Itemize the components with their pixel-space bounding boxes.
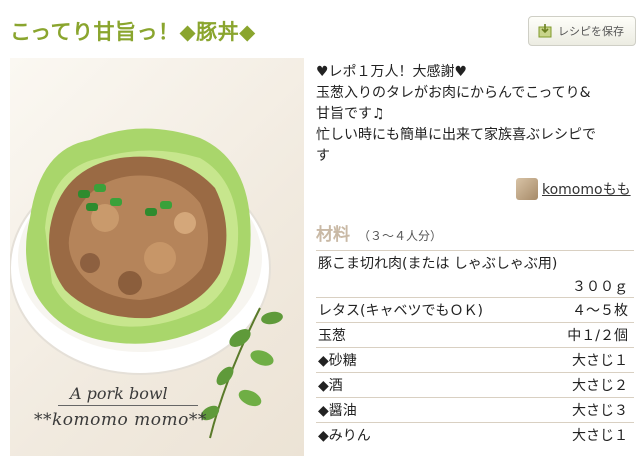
save-recipe-label: レシピを保存 <box>558 25 624 38</box>
ingredient-amount-row: ３００ｇ <box>316 275 634 297</box>
ingredient-row: ◆醤油 大さじ３ <box>316 397 634 422</box>
recipe-photo: A pork bowl **komomo momo** <box>10 58 304 456</box>
photo-caption-author: **komomo momo** <box>34 410 207 430</box>
photo-caption-title: A pork bowl <box>70 384 168 403</box>
ingredient-amount: 大さじ２ <box>572 378 628 394</box>
recipe-title: こってり甘旨っ！◆豚丼◆ <box>10 20 256 44</box>
description-line: ♥レポ１万人！大感謝♥ <box>316 64 468 80</box>
ingredient-name: 豚こま切れ肉(または しゃぶしゃぶ用) <box>318 256 558 272</box>
ingredient-name: ◆砂糖 <box>318 353 357 369</box>
ingredient-name: ◆酒 <box>318 378 343 394</box>
ingredient-row: 玉葱 中１/２個 <box>316 322 634 347</box>
ingredient-amount: 中１/２個 <box>567 328 628 344</box>
description-line: 忙しい時にも簡単に出来て家族喜ぶレシピで <box>316 127 596 143</box>
save-recipe-icon <box>538 24 552 38</box>
description-line: す <box>316 148 330 164</box>
recipe-description: ♥レポ１万人！大感謝♥ 玉葱入りのタレがお肉にからんでこってり& 甘旨です♫ 忙… <box>316 62 628 167</box>
ingredient-row: ◆砂糖 大さじ１ <box>316 347 634 372</box>
author-link[interactable]: komomoもも <box>542 179 631 199</box>
ingredients-list: 豚こま切れ肉(または しゃぶしゃぶ用) ３００ｇ レタス(キャベツでもＯＫ) ４… <box>316 250 634 447</box>
ingredient-name: ◆みりん <box>318 428 371 444</box>
ingredients-heading: 材料 （３〜４人分） <box>316 220 442 245</box>
ingredient-name: ◆醤油 <box>318 403 357 419</box>
ingredient-amount: 大さじ１ <box>572 353 628 369</box>
description-line: 甘旨です♫ <box>316 106 385 122</box>
ingredient-row: ◆酒 大さじ２ <box>316 372 634 397</box>
ingredient-row: 豚こま切れ肉(または しゃぶしゃぶ用) <box>316 250 634 275</box>
save-recipe-button[interactable]: レシピを保存 <box>528 16 636 46</box>
ingredients-servings: （３〜４人分） <box>358 229 443 243</box>
ingredient-amount: ３００ｇ <box>572 279 628 295</box>
ingredient-row: ◆みりん 大さじ１ <box>316 422 634 447</box>
ingredient-amount: ４〜５枚 <box>572 303 628 319</box>
ingredient-row: レタス(キャベツでもＯＫ) ４〜５枚 <box>316 297 634 322</box>
description-line: 玉葱入りのタレがお肉にからんでこってり& <box>316 85 591 101</box>
author-avatar[interactable] <box>516 178 538 200</box>
author: komomoもも <box>516 178 631 200</box>
ingredient-amount: 大さじ３ <box>572 403 628 419</box>
ingredient-amount: 大さじ１ <box>572 428 628 444</box>
ingredient-name: レタス(キャベツでもＯＫ) <box>318 303 483 319</box>
photo-caption-divider <box>58 405 198 406</box>
ingredient-name: 玉葱 <box>318 328 346 344</box>
ingredients-title: 材料 <box>316 225 350 245</box>
